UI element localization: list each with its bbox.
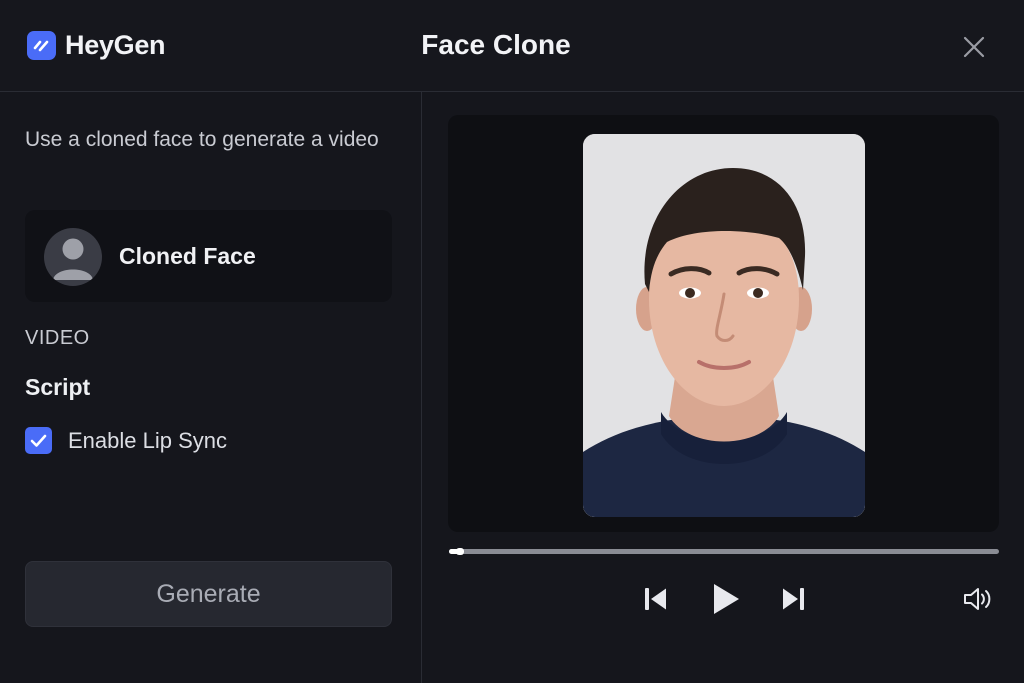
video-section-label: VIDEO <box>25 327 90 349</box>
skip-forward-button[interactable] <box>779 585 807 618</box>
cloned-face-portrait <box>583 134 865 517</box>
play-button[interactable] <box>709 581 743 622</box>
lip-sync-toggle[interactable]: Enable Lip Sync <box>25 427 227 454</box>
lip-sync-checkbox[interactable] <box>25 427 52 454</box>
video-preview[interactable] <box>448 115 999 532</box>
close-button[interactable] <box>960 33 988 61</box>
dialog-header: HeyGen Face Clone <box>0 0 1024 92</box>
panel-description: Use a cloned face to generate a video <box>25 128 379 151</box>
avatar-placeholder-icon <box>44 228 102 286</box>
cloned-face-label: Cloned Face <box>119 243 256 269</box>
playback-progress-bar[interactable] <box>449 548 999 555</box>
panel-divider <box>421 92 422 683</box>
cloned-face-card[interactable]: Cloned Face <box>25 210 392 302</box>
close-icon <box>963 36 985 58</box>
generate-button[interactable]: Generate <box>25 561 392 627</box>
skip-forward-icon <box>783 588 804 610</box>
play-icon <box>714 584 739 614</box>
checkmark-icon <box>30 434 47 447</box>
lip-sync-label: Enable Lip Sync <box>68 427 227 453</box>
dialog-title-wrap: Face Clone <box>0 29 1024 61</box>
script-label: Script <box>25 374 91 400</box>
skip-back-icon <box>645 588 666 610</box>
settings-panel: Use a cloned face to generate a video Cl… <box>0 92 421 683</box>
dialog-title: Face Clone <box>421 29 571 60</box>
playback-scrubber[interactable] <box>456 548 464 555</box>
volume-icon <box>964 588 991 610</box>
skip-back-button[interactable] <box>642 585 670 618</box>
volume-button[interactable] <box>962 585 994 618</box>
